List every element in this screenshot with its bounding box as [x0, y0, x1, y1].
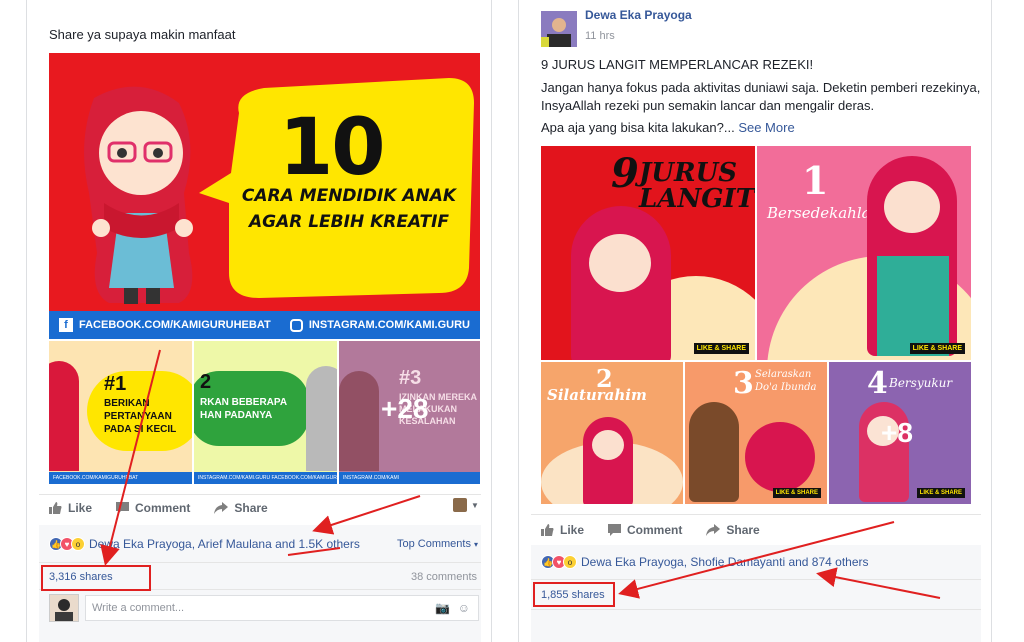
annotation-underline: [287, 547, 341, 556]
annotation-arrow: [100, 349, 161, 566]
annotation-arrow: [312, 495, 421, 535]
annotation-arrow: [816, 567, 941, 599]
annotation-arrows: [100, 349, 941, 599]
annotation-arrow: [618, 521, 895, 599]
